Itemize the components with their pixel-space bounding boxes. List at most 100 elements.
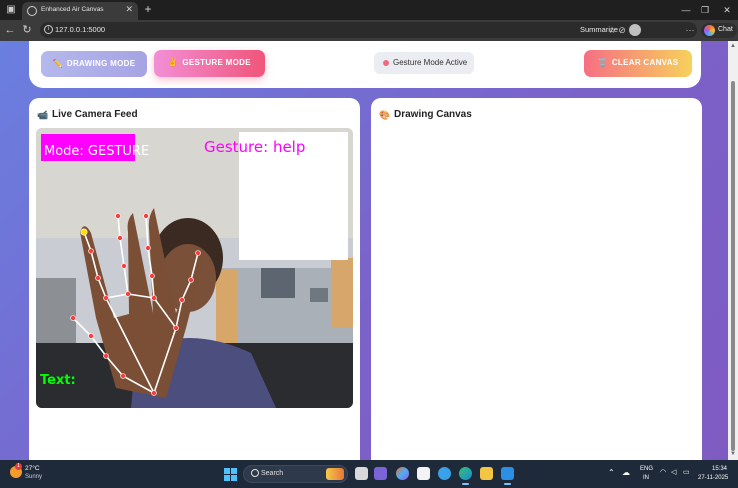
copilot-icon <box>704 25 715 36</box>
gesture-label: Gesture: help <box>204 138 305 156</box>
reload-icon[interactable]: ↻ <box>20 23 34 37</box>
chrome-icon[interactable] <box>438 467 451 480</box>
landmark-dot <box>121 263 127 269</box>
drawing-mode-button[interactable]: ✏️ DRAWING MODE <box>41 51 147 77</box>
wall-unit <box>261 268 295 298</box>
globe-icon <box>27 6 37 16</box>
file-explorer-icon[interactable] <box>480 467 493 480</box>
weather-temperature[interactable]: 27°C <box>25 465 40 472</box>
gesture-mode-button[interactable]: ✌️ GESTURE MODE <box>154 50 265 77</box>
windows-start-icon[interactable] <box>224 468 237 481</box>
canvas-panel-title: Drawing Canvas <box>394 109 472 120</box>
browser-tab[interactable]: Enhanced Air Canvas ✕ <box>22 2 138 20</box>
landmark-dot <box>195 250 201 256</box>
landmark-dot <box>117 235 123 241</box>
weather-badge: 1 <box>15 463 22 470</box>
landmark-dot <box>151 390 157 396</box>
drawing-canvas[interactable] <box>378 128 695 458</box>
landmark-dot <box>88 248 94 254</box>
clock-time[interactable]: 15:34 <box>712 466 727 472</box>
tab-title: Enhanced Air Canvas <box>41 6 104 13</box>
drawing-mode-label: DRAWING MODE <box>66 59 136 68</box>
teams-icon[interactable] <box>374 467 387 480</box>
landmark-dot <box>179 297 185 303</box>
more-options-icon[interactable]: ··· <box>684 24 696 36</box>
wall-box <box>310 288 328 302</box>
collections-icon[interactable]: ☆ <box>606 24 618 36</box>
edge-icon[interactable] <box>459 467 472 485</box>
camera-feed: Mode: GESTURE Gesture: help Text: <box>36 128 353 408</box>
url-field[interactable]: i 127.0.0.1:5000 Summarize ⊘ ☆ <box>40 22 697 38</box>
status-dot-icon <box>383 60 389 66</box>
taskbar-search[interactable]: Search <box>243 465 348 483</box>
window-shutter <box>216 270 238 348</box>
gesture-mode-label: GESTURE MODE <box>182 58 251 67</box>
canvas-panel: 🎨 Drawing Canvas <box>371 98 702 463</box>
landmark-dot <box>173 325 179 331</box>
camera-frame: Mode: GESTURE Gesture: help Text: <box>36 128 353 408</box>
wifi-icon[interactable]: ◠ <box>660 468 666 476</box>
camera-panel-title: Live Camera Feed <box>52 109 138 120</box>
scroll-up-icon[interactable]: ▲ <box>729 43 737 49</box>
search-placeholder: Search <box>261 470 284 477</box>
landmark-dot <box>120 373 126 379</box>
landmark-dot <box>125 291 131 297</box>
language-top[interactable]: ENG <box>640 466 653 472</box>
weather-condition[interactable]: Sunny <box>25 474 42 480</box>
back-icon[interactable]: ← <box>3 23 17 37</box>
landmark-dot <box>103 353 109 359</box>
language-bottom[interactable]: IN <box>643 475 649 481</box>
status-text: Gesture Mode Active <box>393 58 468 67</box>
scrollbar-thumb[interactable] <box>731 81 735 451</box>
mode-status-badge: Gesture Mode Active <box>374 52 474 74</box>
camera-panel: 📹 Live Camera Feed Mode: GESTURE Gesture… <box>29 98 360 463</box>
scroll-down-icon[interactable]: ▼ <box>729 451 737 457</box>
close-window-icon[interactable]: ✕ <box>716 2 738 18</box>
info-icon[interactable]: i <box>44 25 53 34</box>
landmark-dot <box>188 277 194 283</box>
palette-icon: 🎨 <box>379 110 391 120</box>
maximize-icon[interactable]: ❐ <box>694 2 716 18</box>
search-highlight-icon <box>326 468 344 480</box>
video-camera-icon: 📹 <box>37 110 49 120</box>
url-text[interactable]: 127.0.0.1:5000 <box>55 25 105 34</box>
address-bar: ← ↻ i 127.0.0.1:5000 Summarize ⊘ ☆ ☆ ···… <box>0 20 738 41</box>
landmark-dot <box>70 315 76 321</box>
clock-date[interactable]: 27-11-2025 <box>698 475 728 481</box>
window-menu-icon[interactable]: ▣ <box>3 2 19 18</box>
profile-avatar[interactable] <box>629 24 641 36</box>
new-tab-button[interactable]: + <box>141 1 155 17</box>
battery-icon[interactable]: ▭ <box>683 468 690 476</box>
landmark-dot <box>103 295 109 301</box>
tab-close-icon[interactable]: ✕ <box>125 4 133 15</box>
landmark-dot <box>149 273 155 279</box>
landmark-dot <box>95 275 101 281</box>
clear-canvas-button[interactable]: 🗑️ CLEAR CANVAS <box>584 50 692 77</box>
mode-label: Mode: GESTURE <box>44 144 149 159</box>
volume-icon[interactable]: ◁ <box>671 468 676 476</box>
text-label: Text: <box>40 373 76 388</box>
copilot-app-icon[interactable] <box>396 467 409 480</box>
fingertip-cursor <box>80 228 88 236</box>
search-icon <box>251 469 259 477</box>
window-shutter-right <box>331 258 353 328</box>
pencil-icon: ✏️ <box>52 59 63 68</box>
victory-hand-icon: ✌️ <box>168 58 179 67</box>
taskbar: 1 27°C Sunny Search ⌃ ☁ ENG IN ◠ ◁ ▭ 15:… <box>0 460 738 488</box>
landmark-dot <box>151 295 157 301</box>
onedrive-icon[interactable]: ☁ <box>622 468 630 477</box>
tray-chevron-icon[interactable]: ⌃ <box>608 468 615 477</box>
copilot-chat-button[interactable]: Chat <box>701 23 737 38</box>
control-bar: ✏️ DRAWING MODE ✌️ GESTURE MODE Gesture Mo… <box>29 41 701 88</box>
trash-icon: 🗑️ <box>597 58 608 67</box>
landmark-dot <box>115 213 121 219</box>
landmark-dot <box>145 245 151 251</box>
clear-canvas-label: CLEAR CANVAS <box>611 58 679 67</box>
browser-tab-bar: ▣ Enhanced Air Canvas ✕ + — ❐ ✕ <box>0 0 738 20</box>
store-icon[interactable] <box>417 467 430 480</box>
landmark-dot <box>143 213 149 219</box>
chat-label: Chat <box>718 26 733 33</box>
task-view-icon[interactable] <box>355 467 368 480</box>
vscode-icon[interactable] <box>501 467 514 485</box>
landmark-dot <box>88 333 94 339</box>
